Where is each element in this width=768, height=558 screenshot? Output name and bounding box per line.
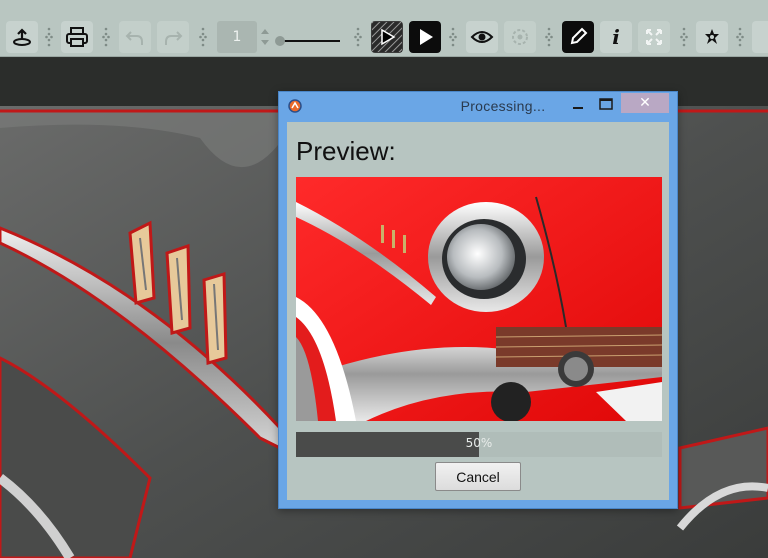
- toolbar-grip[interactable]: [102, 27, 110, 47]
- upload-icon: [13, 28, 31, 46]
- progress-text: 50%: [465, 436, 493, 450]
- dialog-titlebar[interactable]: Processing... ✕: [279, 92, 677, 120]
- preview-label: Preview:: [296, 136, 396, 166]
- toolbar-grip[interactable]: [45, 27, 53, 47]
- info-button[interactable]: i: [600, 21, 632, 53]
- toolbar-grip[interactable]: [736, 27, 744, 47]
- edit-button[interactable]: [562, 21, 594, 53]
- toolbar: 1 i: [0, 0, 768, 57]
- play-frame-icon: [372, 22, 402, 52]
- slider-handle: [275, 36, 285, 46]
- redo-icon: [165, 31, 183, 45]
- print-button[interactable]: [61, 21, 93, 53]
- eye-icon: [470, 31, 494, 43]
- dialog-body: Preview: 50% Cancel: [287, 122, 669, 500]
- info-icon: i: [612, 25, 620, 49]
- minimize-button[interactable]: [567, 94, 589, 116]
- minimize-icon: [573, 107, 583, 109]
- preview-image: [296, 177, 662, 421]
- undo-icon: [125, 31, 143, 45]
- redo-button[interactable]: [157, 21, 189, 53]
- settings-button[interactable]: [696, 21, 728, 53]
- view-button[interactable]: [466, 21, 498, 53]
- play-icon: [420, 29, 433, 45]
- toolbar-grip[interactable]: [199, 27, 207, 47]
- fullscreen-button[interactable]: [638, 21, 670, 53]
- page-spinner[interactable]: [259, 25, 271, 49]
- maximize-button[interactable]: [595, 94, 617, 116]
- target-button[interactable]: [504, 21, 536, 53]
- spinner-arrows-icon: [261, 29, 269, 45]
- target-icon: [512, 29, 528, 45]
- processing-dialog: Processing... ✕ Preview: 50% Cancel: [278, 91, 678, 509]
- star-settings-icon: [705, 29, 719, 44]
- fullscreen-icon: [646, 29, 662, 45]
- toolbar-grip[interactable]: [545, 27, 553, 47]
- zoom-slider[interactable]: [274, 32, 342, 46]
- undo-button[interactable]: [119, 21, 151, 53]
- print-icon: [66, 27, 88, 47]
- dialog-title: Processing...: [460, 98, 546, 114]
- pencil-icon: [570, 27, 588, 45]
- play-button[interactable]: [409, 21, 441, 53]
- close-button[interactable]: ✕: [621, 93, 669, 113]
- page-number-field[interactable]: 1: [217, 21, 257, 53]
- play-frame-button[interactable]: [371, 21, 403, 53]
- toolbar-grip[interactable]: [680, 27, 688, 47]
- upload-button[interactable]: [6, 21, 38, 53]
- more-button[interactable]: [752, 21, 768, 53]
- toolbar-grip[interactable]: [354, 27, 362, 47]
- progress-bar: 50%: [296, 432, 662, 457]
- maximize-icon: [599, 98, 613, 110]
- close-icon: ✕: [639, 95, 651, 111]
- toolbar-grip[interactable]: [449, 27, 457, 47]
- cancel-button[interactable]: Cancel: [435, 462, 521, 491]
